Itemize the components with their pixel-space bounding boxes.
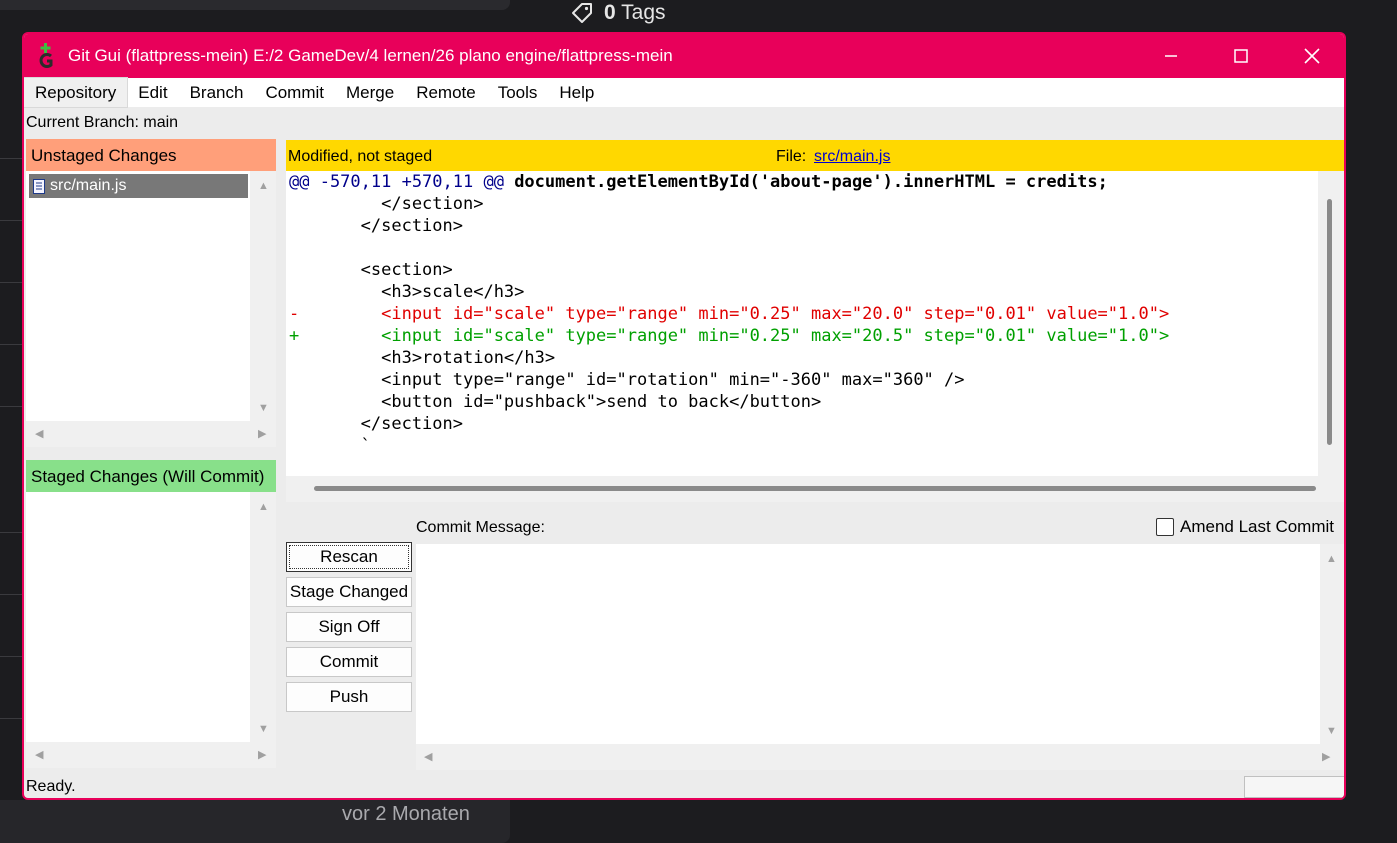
status-progress-box [1244, 776, 1344, 798]
background-divider [0, 656, 22, 657]
menu-tools[interactable]: Tools [487, 78, 549, 107]
menu-repository[interactable]: Repository [24, 77, 129, 108]
diff-line [286, 237, 1318, 259]
background-divider [0, 532, 22, 533]
commit-button[interactable]: Commit [286, 647, 412, 677]
scroll-thumb[interactable] [314, 486, 1316, 491]
tag-icon [572, 3, 592, 23]
status-bar-text: Ready. [26, 778, 76, 795]
diff-horizontal-scrollbar[interactable] [286, 476, 1344, 502]
checkbox-icon[interactable] [1156, 518, 1174, 536]
menu-edit[interactable]: Edit [127, 78, 178, 107]
commit-message-label: Commit Message: [416, 519, 545, 536]
list-item[interactable]: src/main.js [29, 174, 248, 198]
scroll-down-icon[interactable]: ▼ [258, 403, 269, 414]
git-gui-window: Git Gui (flattpress-mein) E:/2 GameDev/4… [22, 32, 1346, 800]
stage-changed-button[interactable]: Stage Changed [286, 577, 412, 607]
menu-commit[interactable]: Commit [254, 78, 335, 107]
menu-remote[interactable]: Remote [405, 78, 487, 107]
diff-line: <section> [289, 260, 453, 280]
rescan-button[interactable]: Rescan [286, 542, 412, 572]
sign-off-button[interactable]: Sign Off [286, 612, 412, 642]
scroll-up-icon[interactable]: ▲ [1326, 554, 1337, 565]
diff-line: <h3>rotation</h3> [289, 348, 556, 368]
window-title: Git Gui (flattpress-mein) E:/2 GameDev/4… [68, 46, 673, 65]
diff-line: <input type="range" id="rotation" min="-… [289, 370, 965, 390]
file-name: src/main.js [50, 177, 127, 194]
git-gui-app-icon [39, 43, 53, 68]
commit-vertical-scrollbar[interactable]: ▲ ▼ [1320, 544, 1344, 744]
staged-horizontal-scrollbar[interactable]: ◀ ▶ [26, 742, 276, 768]
diff-line: </section> [289, 216, 463, 236]
amend-last-commit-checkbox[interactable]: Amend Last Commit [1156, 517, 1334, 537]
minimize-icon [1165, 55, 1177, 57]
commit-time-ago: vor 2 Monaten [342, 803, 470, 825]
background-divider [0, 344, 22, 345]
unstaged-horizontal-scrollbar[interactable]: ◀ ▶ [26, 421, 276, 447]
staged-vertical-scrollbar[interactable]: ▲ ▼ [250, 492, 276, 742]
scroll-right-icon[interactable]: ▶ [1322, 752, 1330, 763]
diff-status: Modified, not staged [288, 148, 433, 165]
unstaged-file-list[interactable]: src/main.js [26, 171, 250, 421]
scroll-right-icon[interactable]: ▶ [258, 750, 266, 761]
unstaged-changes-header: Unstaged Changes [26, 139, 276, 171]
file-icon [33, 178, 45, 194]
scroll-thumb[interactable] [1327, 199, 1332, 445]
diff-line: </section> [289, 414, 463, 434]
scroll-right-icon[interactable]: ▶ [258, 429, 266, 440]
maximize-button[interactable] [1216, 40, 1266, 72]
hunk-header: @@ -570,11 +570,11 @@ [289, 172, 504, 192]
scroll-left-icon[interactable]: ◀ [35, 750, 43, 761]
background-divider [0, 718, 22, 719]
unstaged-vertical-scrollbar[interactable]: ▲ ▼ [250, 171, 276, 421]
background-divider [0, 282, 22, 283]
menu-bar: Repository Edit Branch Commit Merge Remo… [24, 77, 1344, 108]
tags-label: Tags [621, 1, 666, 24]
background-divider [0, 158, 22, 159]
diff-file-link[interactable]: src/main.js [814, 148, 890, 166]
diff-line: </section> [289, 194, 484, 214]
scroll-left-icon[interactable]: ◀ [35, 429, 43, 440]
commit-message-input[interactable] [416, 544, 1320, 744]
staged-file-list[interactable] [26, 492, 250, 742]
amend-label: Amend Last Commit [1180, 517, 1334, 536]
diff-vertical-scrollbar[interactable] [1318, 171, 1344, 476]
scroll-up-icon[interactable]: ▲ [258, 502, 269, 513]
diff-line-added: + <input id="scale" type="range" min="0.… [289, 326, 1170, 346]
minimize-button[interactable] [1146, 40, 1196, 72]
menu-help[interactable]: Help [548, 78, 605, 107]
push-button[interactable]: Push [286, 682, 412, 712]
diff-line: ` [289, 436, 371, 456]
diff-file-label: File: [776, 148, 807, 165]
menu-branch[interactable]: Branch [179, 78, 255, 107]
tags-count: 0 [604, 1, 616, 24]
diff-line: <button id="pushback">send to back</butt… [289, 392, 822, 412]
title-bar[interactable]: Git Gui (flattpress-mein) E:/2 GameDev/4… [24, 34, 1344, 78]
background-divider [0, 406, 22, 407]
scroll-left-icon[interactable]: ◀ [424, 752, 432, 763]
diff-viewer[interactable]: @@ -570,11 +570,11 @@ document.getElemen… [286, 171, 1318, 476]
background-divider [0, 220, 22, 221]
scroll-down-icon[interactable]: ▼ [1326, 726, 1337, 737]
current-branch-label: Current Branch: main [26, 114, 179, 131]
tags-indicator[interactable]: 0 Tags [570, 0, 666, 26]
diff-line-removed: - <input id="scale" type="range" min="0.… [289, 304, 1170, 324]
scroll-down-icon[interactable]: ▼ [258, 724, 269, 735]
maximize-icon [1234, 49, 1248, 63]
background-topbar [0, 0, 510, 10]
hunk-context: document.getElementById('about-page').in… [514, 172, 1108, 192]
diff-line: <h3>scale</h3> [289, 282, 525, 302]
close-icon [1304, 48, 1320, 64]
menu-merge[interactable]: Merge [335, 78, 405, 107]
diff-header: Modified, not staged File: src/main.js [286, 140, 1344, 171]
close-button[interactable] [1287, 40, 1337, 72]
commit-horizontal-scrollbar[interactable]: ◀ ▶ [416, 744, 1344, 770]
background-divider [0, 594, 22, 595]
scroll-up-icon[interactable]: ▲ [258, 181, 269, 192]
staged-changes-header: Staged Changes (Will Commit) [26, 460, 276, 492]
